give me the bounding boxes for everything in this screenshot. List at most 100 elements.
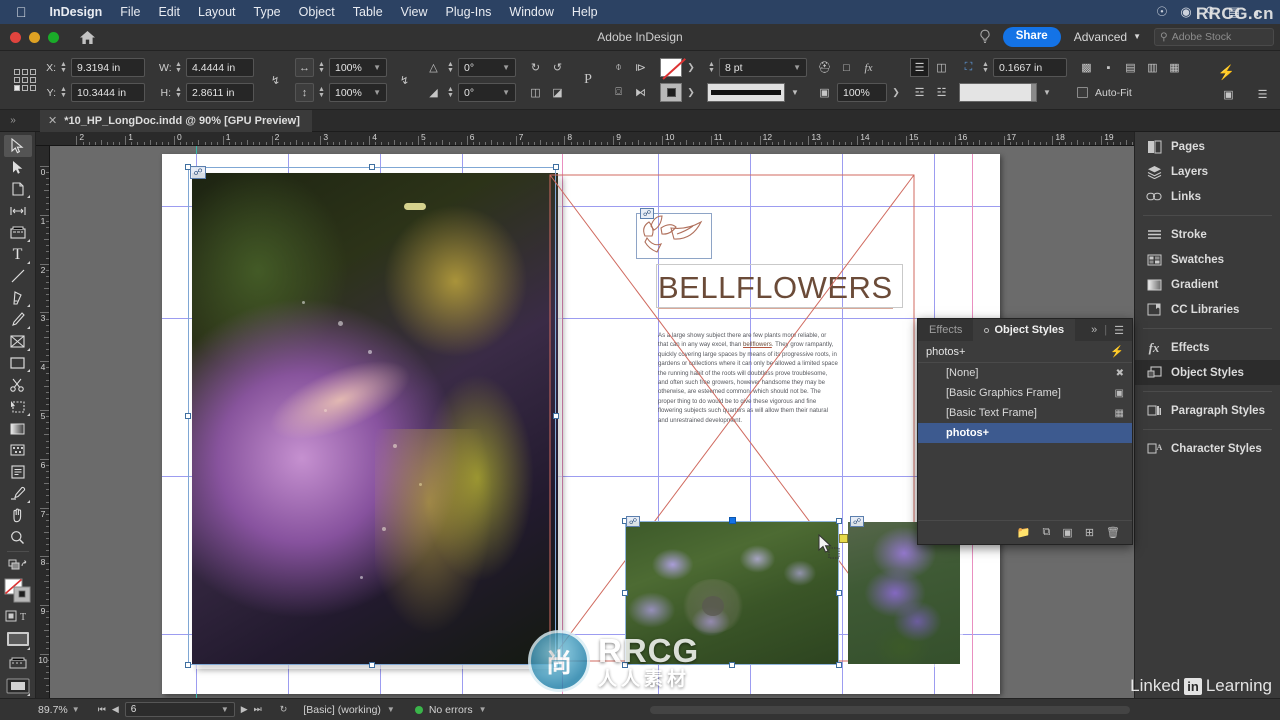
sidebar-item-cc-libraries[interactable]: CC Libraries <box>1135 297 1280 322</box>
type-tool[interactable]: T <box>4 244 32 266</box>
fill-menu-chevron-icon[interactable]: ❯ <box>685 58 697 77</box>
home-icon[interactable] <box>77 27 97 47</box>
vertical-ruler[interactable]: 0 1 2 3 4 5 6 7 8 9 10 <box>36 146 50 698</box>
object-styles-panel[interactable]: Effects Object Styles » | ☰ photos+ ⚡ [N… <box>917 318 1133 545</box>
refpt-mc[interactable] <box>22 77 28 83</box>
shear-stepper[interactable]: ▲ ▼ <box>446 85 455 100</box>
rectangle-tool[interactable] <box>4 353 32 375</box>
content-grabber-badge[interactable] <box>839 534 848 543</box>
horizontal-scrollbar[interactable] <box>650 705 1130 714</box>
rectangle-frame-tool[interactable] <box>4 331 32 353</box>
leaf-illustration-frame[interactable] <box>636 213 712 259</box>
hand-tool[interactable] <box>4 505 32 527</box>
gradient-feather-tool[interactable] <box>4 440 32 462</box>
sidebar-item-effects[interactable]: fx Effects <box>1135 335 1280 360</box>
resize-handle-mr[interactable] <box>553 413 559 419</box>
select-next-object-button[interactable]: ⧑ <box>631 83 650 102</box>
lightbulb-icon[interactable] <box>976 28 994 46</box>
x-field[interactable]: 9.3194 in <box>71 58 145 77</box>
control-panel-menu-icon[interactable]: ☰ <box>1253 85 1272 104</box>
constrain-proportions-icon[interactable]: ↯ <box>266 71 285 90</box>
sel-handle-bl[interactable] <box>622 662 628 668</box>
view-mode-preview-button[interactable] <box>4 673 32 698</box>
apple-logo-icon[interactable]:  <box>16 5 27 19</box>
text-wrap-object-shape-button[interactable]: ☲ <box>910 83 929 102</box>
reference-point-selector[interactable] <box>14 69 36 91</box>
h-field[interactable]: 2.8611 in <box>186 83 254 102</box>
sel-handle-br[interactable] <box>836 662 842 668</box>
select-container-button[interactable]: ⌽ <box>609 58 628 77</box>
workspace-switcher[interactable]: Advanced ▼ <box>1070 30 1145 44</box>
minimize-window-button[interactable] <box>29 31 40 43</box>
resize-handle-tr[interactable] <box>553 164 559 170</box>
object-style-row-basic-graphics-frame[interactable]: [Basic Graphics Frame] ▣ <box>918 383 1132 403</box>
stroke-style-preview[interactable] <box>707 83 785 102</box>
delete-style-icon[interactable]: 🗑 <box>1106 526 1120 539</box>
text-wrap-bounding-box-button[interactable]: ◫ <box>932 58 951 77</box>
gap-tool[interactable] <box>4 200 32 222</box>
refpt-bl[interactable] <box>14 85 20 91</box>
direct-selection-tool[interactable] <box>4 157 32 179</box>
line-tool[interactable] <box>4 266 32 288</box>
fill-swatch[interactable] <box>660 58 682 77</box>
refpt-tc[interactable] <box>22 69 28 75</box>
sidebar-item-character-styles[interactable]: A Character Styles <box>1135 436 1280 461</box>
new-style-icon[interactable]: ⊞ <box>1085 526 1094 539</box>
sidebar-item-pages[interactable]: Pages <box>1135 134 1280 159</box>
menu-layout[interactable]: Layout <box>189 5 245 19</box>
rotation-stepper[interactable]: ▲ ▼ <box>446 60 455 75</box>
stroke-style-chevron-icon[interactable]: ▼ <box>788 88 799 97</box>
select-previous-object-button[interactable]: ⧐ <box>631 58 650 77</box>
fit-content-proportionally-button[interactable]: ▪ <box>1099 58 1118 77</box>
selection-tool[interactable] <box>3 135 32 157</box>
swap-fill-stroke-icon[interactable] <box>4 555 32 577</box>
sel-handle-tc[interactable] <box>729 517 736 524</box>
new-style-group-icon[interactable]: 📁 <box>1017 526 1031 539</box>
scale-x-stepper[interactable]: ▲ ▼ <box>317 60 326 75</box>
close-icon[interactable]: ✕ <box>48 114 57 127</box>
tab-object-styles[interactable]: Object Styles <box>973 319 1076 341</box>
center-content-button[interactable]: ▦ <box>1165 58 1184 77</box>
menu-table[interactable]: Table <box>344 5 392 19</box>
share-button[interactable]: Share <box>1002 27 1061 47</box>
y-field[interactable]: 10.3444 in <box>71 83 145 102</box>
scissors-tool[interactable] <box>4 374 32 396</box>
menu-window[interactable]: Window <box>500 5 562 19</box>
object-style-row-photos-plus[interactable]: photos+ <box>918 423 1132 443</box>
preflight-icon[interactable]: ↻ <box>280 704 288 715</box>
next-page-icon[interactable]: ▶ <box>241 704 248 715</box>
sidebar-item-links[interactable]: Links <box>1135 184 1280 209</box>
corner-shape-icon[interactable]: ⛶ <box>959 58 978 77</box>
fx-icon[interactable]: fx <box>859 58 878 77</box>
rotate-counterclockwise-button[interactable]: ↺ <box>548 58 567 77</box>
text-wrap-jump-object-button[interactable]: ☳ <box>932 83 951 102</box>
hero-photo-frame[interactable] <box>192 173 558 665</box>
sidebar-item-stroke[interactable]: Stroke <box>1135 222 1280 247</box>
formatting-affects-container-icon[interactable]: T <box>4 605 32 627</box>
opacity-field[interactable]: 100% <box>837 83 887 102</box>
pencil-tool[interactable] <box>4 309 32 331</box>
corner-radius-field[interactable]: 0.1667 in <box>993 58 1067 77</box>
scale-y-field[interactable]: 100% ▼ <box>329 83 387 102</box>
sidebar-item-swatches[interactable]: Swatches <box>1135 247 1280 272</box>
refpt-tr[interactable] <box>30 69 36 75</box>
document-tab[interactable]: ✕ *10_HP_LongDoc.indd @ 90% [GPU Preview… <box>40 109 312 132</box>
graphics-frame-icon[interactable]: ▣ <box>1115 388 1124 399</box>
clear-overrides-icon[interactable]: ⚡ <box>1110 345 1124 358</box>
selected-photo-frame[interactable] <box>626 522 838 664</box>
chevron-down-icon[interactable]: ▼ <box>221 705 229 714</box>
menu-file[interactable]: File <box>111 5 149 19</box>
fit-content-to-frame-button[interactable]: ▥ <box>1143 58 1162 77</box>
menu-type[interactable]: Type <box>245 5 290 19</box>
none-style-icon[interactable]: ✖ <box>1116 368 1124 379</box>
note-tool[interactable] <box>4 461 32 483</box>
sidebar-item-paragraph-styles[interactable]: Paragraph Styles <box>1135 398 1280 423</box>
creative-cloud-icon[interactable]: ☉ <box>1150 4 1174 20</box>
scale-y-stepper[interactable]: ▲ ▼ <box>317 85 326 100</box>
stroke-swatch[interactable] <box>660 83 682 102</box>
resize-handle-br[interactable] <box>553 662 559 668</box>
scale-x-field[interactable]: 100% ▼ <box>329 58 387 77</box>
refpt-ml[interactable] <box>14 77 20 83</box>
content-collector-tool[interactable] <box>4 222 32 244</box>
body-text-frame[interactable]: As a large showy subject there are few p… <box>658 331 905 425</box>
